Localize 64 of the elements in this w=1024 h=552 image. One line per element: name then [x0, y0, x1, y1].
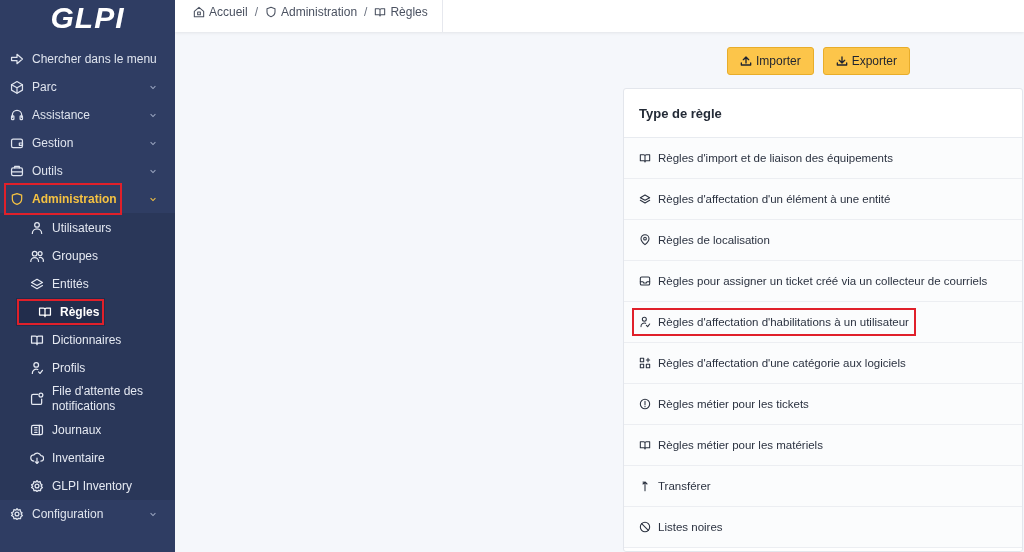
arrow-right-icon: [10, 52, 24, 66]
breadcrumb-link[interactable]: Accueil: [193, 5, 248, 19]
menu-item[interactable]: Parc: [0, 73, 65, 101]
logo[interactable]: GLPI: [42, 0, 133, 36]
rule-type-link[interactable]: Listes noires: [634, 515, 728, 539]
download-icon: [835, 55, 848, 67]
submenu-item[interactable]: Inventaire: [0, 444, 175, 472]
inbox-icon: [639, 275, 651, 287]
rule-type-link[interactable]: Transférer: [634, 474, 716, 498]
book-icon: [639, 152, 651, 164]
home-icon: [193, 6, 205, 18]
notification-icon: [30, 392, 44, 406]
submenu-item[interactable]: GLPI Inventory: [0, 472, 175, 500]
breadcrumb-link[interactable]: Administration: [265, 5, 358, 19]
user-check-icon: [30, 361, 44, 375]
submenu-item[interactable]: Groupes: [0, 242, 175, 270]
chevron-icon[interactable]: [149, 510, 157, 518]
submenu-item[interactable]: Entités: [0, 270, 175, 298]
user-icon: [30, 221, 44, 235]
shield-icon: [10, 192, 24, 206]
export-button[interactable]: Exporter: [822, 47, 910, 75]
cloud-download-icon: [30, 451, 44, 465]
alert-circle-icon: [639, 398, 651, 410]
briefcase-icon: [10, 164, 24, 178]
book-icon: [30, 333, 44, 347]
chevron-icon[interactable]: [149, 195, 157, 203]
user-check-icon: [639, 316, 651, 328]
breadcrumb-separator: /: [254, 5, 259, 19]
book-icon: [639, 439, 651, 451]
settings-icon: [30, 479, 44, 493]
location-pin-icon: [639, 234, 651, 246]
apps-icon: [639, 357, 651, 369]
menu-item[interactable]: Configuration: [0, 500, 112, 528]
submenu-item[interactable]: Règles: [16, 298, 105, 326]
submenu-item[interactable]: Profils: [0, 354, 175, 382]
menu-item[interactable]: Administration: [6, 185, 120, 213]
import-button[interactable]: Importer: [726, 47, 814, 75]
submenu-item[interactable]: File d'attente des notifications: [0, 382, 175, 416]
menu-search-link[interactable]: Chercher dans le menu: [0, 45, 165, 73]
settings-icon: [10, 507, 24, 521]
chevron-icon[interactable]: [149, 139, 157, 147]
submenu-item[interactable]: Dictionnaires: [0, 326, 175, 354]
book-icon: [38, 305, 52, 319]
shield-icon: [265, 6, 278, 18]
ban-icon: [639, 521, 651, 533]
menu-item[interactable]: Outils: [0, 157, 71, 185]
chevron-icon[interactable]: [149, 167, 157, 175]
submenu-item[interactable]: Utilisateurs: [0, 214, 175, 242]
menu-item[interactable]: Assistance: [0, 101, 99, 129]
book-icon: [374, 6, 387, 18]
headset-icon: [10, 108, 24, 122]
layers-icon: [639, 193, 651, 205]
log-icon: [30, 423, 44, 437]
wallet-icon: [10, 136, 24, 150]
layers-icon: [30, 277, 44, 291]
chevron-icon[interactable]: [149, 111, 157, 119]
users-icon: [30, 249, 44, 263]
upload-icon: [739, 55, 752, 67]
cube-icon: [10, 80, 24, 94]
chevron-icon[interactable]: [149, 83, 157, 91]
breadcrumb-link[interactable]: Règles: [374, 5, 428, 19]
menu-item[interactable]: Gestion: [0, 129, 82, 157]
submenu-item[interactable]: Journaux: [0, 416, 175, 444]
breadcrumb-separator: /: [364, 5, 368, 19]
